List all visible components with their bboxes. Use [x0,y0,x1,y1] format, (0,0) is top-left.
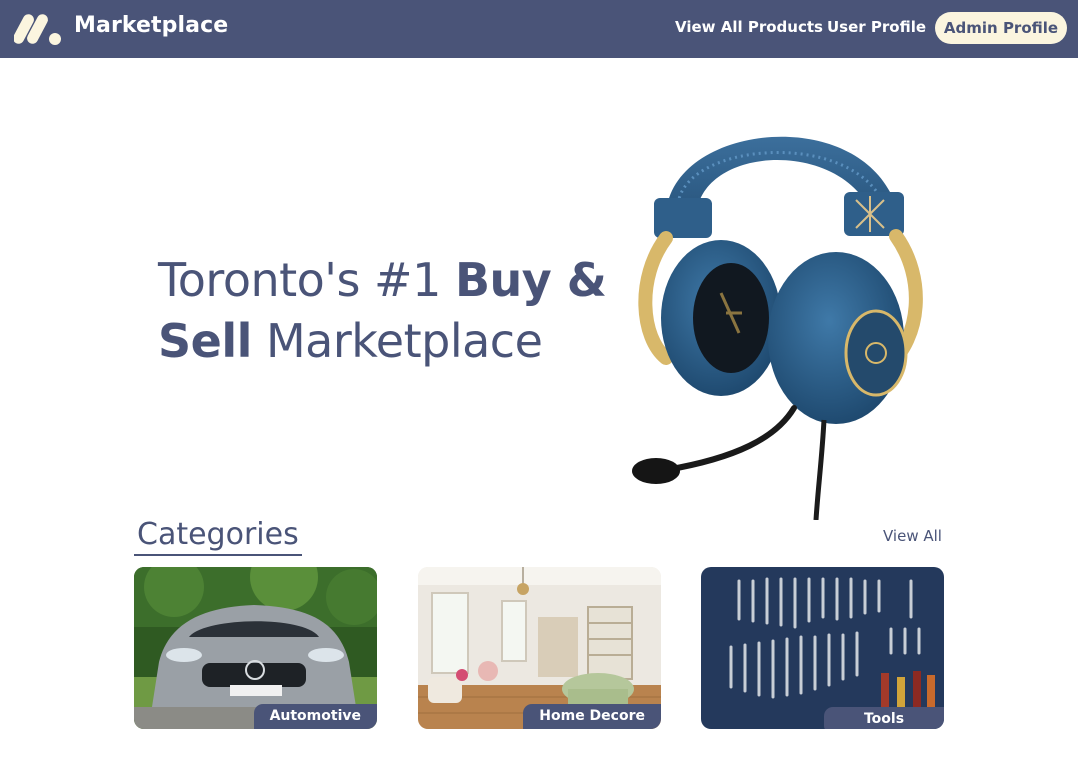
category-card-home-decore[interactable]: Home Decore [418,567,661,729]
category-card-automotive[interactable]: Automotive [134,567,377,729]
hero-title-part2: Marketplace [251,314,543,368]
wrench-wall-photo [701,567,944,729]
nav-admin-profile-button[interactable]: Admin Profile [935,12,1067,44]
category-label-home-decore: Home Decore [523,704,661,729]
categories-view-all-link[interactable]: View All [883,527,942,545]
category-card-tools[interactable]: Tools [701,567,944,729]
brand-name[interactable]: Marketplace [74,13,228,38]
hero-title-bold2: Sell [158,314,252,368]
marketplace-logo-icon[interactable] [14,11,64,47]
categories-heading: Categories [134,516,302,556]
gaming-headset-image [632,136,923,520]
category-label-tools: Tools [824,707,944,729]
nav-view-all-products[interactable]: View All Products [675,18,823,36]
hero-title: Toronto's #1 Buy & Sell Marketplace [158,250,628,372]
nav-user-profile[interactable]: User Profile [827,18,926,36]
hero-title-bold1: Buy & [454,253,607,307]
category-label-automotive: Automotive [253,704,377,729]
top-navbar: Marketplace View All Products User Profi… [0,0,1078,58]
hero-title-part1: Toronto's #1 [158,253,455,307]
